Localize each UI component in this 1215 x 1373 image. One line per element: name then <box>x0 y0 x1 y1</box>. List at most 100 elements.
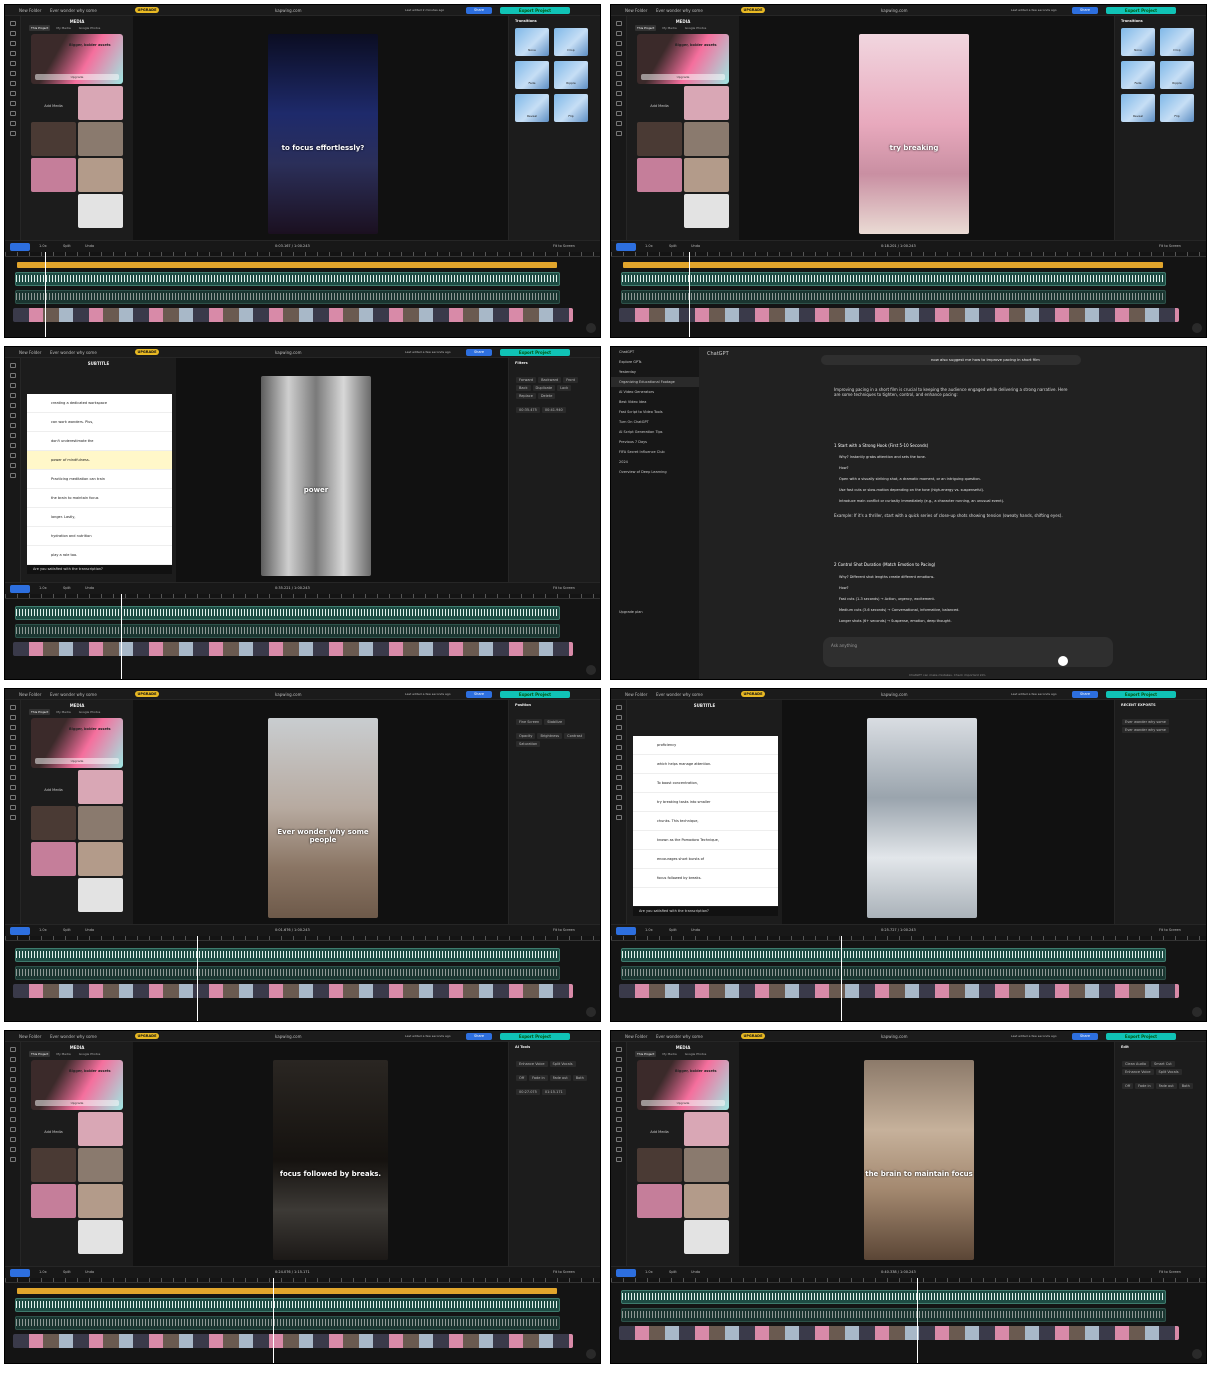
control-fade[interactable]: Off <box>1122 1083 1134 1089</box>
media-thumb[interactable] <box>78 878 123 912</box>
media-thumb[interactable]: Add Media <box>637 86 682 120</box>
rail-icon[interactable] <box>616 71 622 76</box>
speed-control[interactable]: 1.0x <box>645 244 653 248</box>
subtitle-row[interactable]: focus followed by breaks. <box>633 869 778 888</box>
rail-icon[interactable] <box>10 785 16 790</box>
sidebar-item[interactable]: AI Script Generation Tips <box>611 427 699 437</box>
undo-button[interactable]: Undo <box>691 928 700 932</box>
rail-icon[interactable] <box>616 715 622 720</box>
rail-icon[interactable] <box>10 705 16 710</box>
media-thumb[interactable] <box>78 1148 123 1182</box>
zoom-button[interactable] <box>1192 323 1202 333</box>
share-button[interactable]: Share <box>466 7 492 14</box>
rail-icon[interactable] <box>10 111 16 116</box>
video-preview[interactable] <box>867 718 977 918</box>
subtitle-row[interactable]: play a role too. <box>27 546 172 565</box>
upgrade-badge[interactable]: UPGRADE <box>741 7 765 13</box>
rail-icon[interactable] <box>10 735 16 740</box>
sidebar-item[interactable]: Turn On ChatGPT <box>611 417 699 427</box>
control-timing[interactable]: 00:35.475 <box>516 407 540 413</box>
rail-icon[interactable] <box>616 91 622 96</box>
rail-icon[interactable] <box>10 1077 16 1082</box>
rail-icon[interactable] <box>10 795 16 800</box>
control-fade[interactable]: Off <box>516 1075 528 1081</box>
audio-track[interactable] <box>621 1290 1166 1304</box>
play-button[interactable] <box>10 585 30 593</box>
play-button[interactable] <box>10 1269 30 1277</box>
media-thumb[interactable] <box>684 86 729 120</box>
rail-icon[interactable] <box>10 91 16 96</box>
media-tab[interactable]: This Project <box>635 1051 657 1057</box>
media-thumb[interactable] <box>684 122 729 156</box>
rail-icon[interactable] <box>616 1067 622 1072</box>
control-layer[interactable]: Replace <box>516 393 536 399</box>
rail-icon[interactable] <box>10 745 16 750</box>
rail-icon[interactable] <box>10 413 16 418</box>
subtitle-row[interactable]: hydration and nutrition <box>27 527 172 546</box>
media-tab[interactable]: My Media <box>54 25 72 31</box>
play-button[interactable] <box>616 927 636 935</box>
subtitle-row[interactable]: don't underestimate the <box>27 432 172 451</box>
transition-thumb[interactable]: Ripple <box>1160 61 1194 89</box>
speed-control[interactable]: 1.0x <box>39 586 47 590</box>
media-tab[interactable]: This Project <box>29 1051 51 1057</box>
rail-icon[interactable] <box>10 1107 16 1112</box>
subtitle-row[interactable]: try breaking tasks into smaller <box>633 793 778 812</box>
media-thumb[interactable]: Add Media <box>31 86 76 120</box>
zoom-button[interactable] <box>586 665 596 675</box>
export-button[interactable]: Export Project <box>1106 691 1176 698</box>
export-button[interactable]: Export Project <box>500 349 570 356</box>
media-tab[interactable]: My Media <box>54 1051 72 1057</box>
media-thumb[interactable]: Add Media <box>637 1112 682 1146</box>
rail-icon[interactable] <box>10 51 16 56</box>
fit-to-screen-button[interactable]: Fit to Screen <box>1159 244 1181 248</box>
rail-icon[interactable] <box>10 815 16 820</box>
rail-icon[interactable] <box>10 383 16 388</box>
media-tab[interactable]: This Project <box>29 25 51 31</box>
fit-to-screen-button[interactable]: Fit to Screen <box>553 244 575 248</box>
subtitle-row[interactable]: creating a dedicated workspace <box>27 394 172 413</box>
media-thumb[interactable] <box>78 1112 123 1146</box>
rail-icon[interactable] <box>10 1097 16 1102</box>
video-preview[interactable]: try breaking <box>859 34 969 234</box>
transition-thumb[interactable]: Reveal <box>515 94 549 122</box>
undo-button[interactable]: Undo <box>85 586 94 590</box>
rail-icon[interactable] <box>616 31 622 36</box>
media-thumb[interactable] <box>78 1184 123 1218</box>
media-tab[interactable]: This Project <box>635 25 657 31</box>
video-preview[interactable]: the brain to maintain focus <box>864 1060 974 1260</box>
undo-button[interactable]: Undo <box>85 1270 94 1274</box>
subtitle-row[interactable]: To boost concentration, <box>633 774 778 793</box>
playhead[interactable] <box>273 1278 274 1363</box>
media-tab[interactable]: Google Photos <box>77 1051 103 1057</box>
rail-icon[interactable] <box>10 1147 16 1152</box>
control-layer[interactable]: Front <box>563 377 579 383</box>
rail-icon[interactable] <box>616 705 622 710</box>
control-ai_tools[interactable]: Clean Audio <box>1122 1061 1149 1067</box>
chat-input[interactable]: Ask anything <box>823 637 1113 667</box>
video-track[interactable] <box>13 642 573 656</box>
media-thumb[interactable] <box>31 1184 76 1218</box>
project-name[interactable]: Ever wonder why some <box>50 8 97 13</box>
subtitle-row[interactable]: which helps manage attention. <box>633 755 778 774</box>
subtitle-row[interactable]: Practicing meditation can train <box>27 470 172 489</box>
sidebar-item[interactable]: ChatGPT <box>611 347 699 357</box>
upgrade-badge[interactable]: UPGRADE <box>135 349 159 355</box>
control-layer[interactable]: Duplicate <box>532 385 556 391</box>
app-title[interactable]: ChatGPT <box>707 351 729 357</box>
control-layer[interactable]: Forward <box>516 377 537 383</box>
control-exports[interactable]: Ever wonder why some <box>1122 719 1169 725</box>
media-thumb[interactable] <box>78 86 123 120</box>
add-media-label[interactable]: Add Media <box>637 86 682 108</box>
rail-icon[interactable] <box>616 1107 622 1112</box>
control-timing[interactable]: 00:27.075 <box>516 1089 540 1095</box>
folder-name[interactable]: New Folder <box>625 1034 647 1039</box>
zoom-button[interactable] <box>586 323 596 333</box>
sidebar-item[interactable]: AI Video Generators <box>611 387 699 397</box>
control-fade[interactable]: Fade in <box>529 1075 548 1081</box>
media-thumb[interactable] <box>78 842 123 876</box>
rail-icon[interactable] <box>616 815 622 820</box>
subtitle-track[interactable] <box>17 1288 557 1294</box>
fit-to-screen-button[interactable]: Fit to Screen <box>1159 1270 1181 1274</box>
control-fade[interactable]: Both <box>572 1075 587 1081</box>
